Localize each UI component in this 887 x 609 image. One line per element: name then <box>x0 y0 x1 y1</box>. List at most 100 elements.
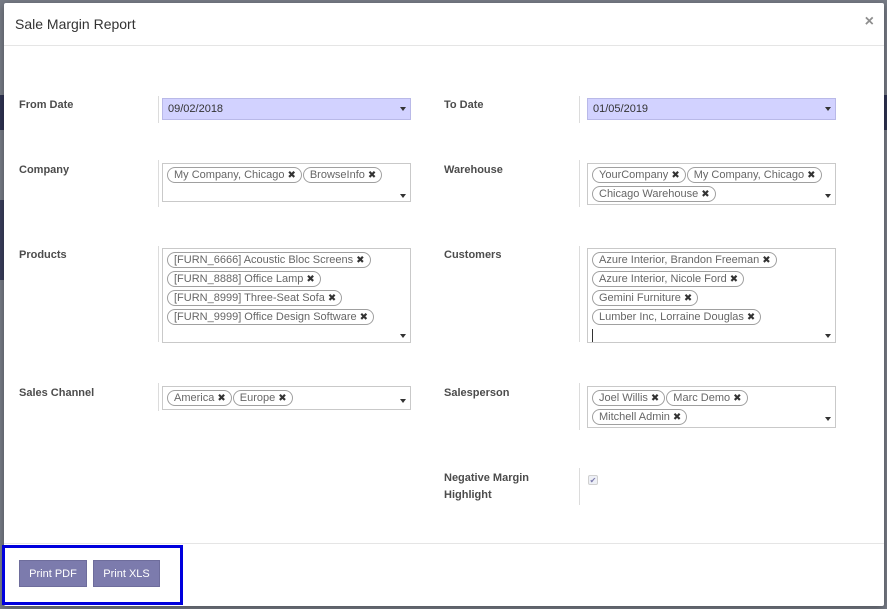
tag-label: BrowseInfo <box>309 169 365 181</box>
print-pdf-button[interactable]: Print PDF <box>19 560 87 587</box>
remove-tag-icon[interactable]: ✖ <box>287 169 295 183</box>
from-date-value: 09/02/2018 <box>168 103 224 115</box>
to-date-separator <box>579 96 580 123</box>
warehouse-tag: Chicago Warehouse ✖ <box>592 186 716 202</box>
remove-tag-icon[interactable]: ✖ <box>673 411 681 425</box>
chevron-down-icon[interactable] <box>825 417 831 421</box>
remove-tag-icon[interactable]: ✖ <box>807 169 815 183</box>
chevron-down-icon[interactable] <box>400 399 406 403</box>
tag-label: [FURN_8999] Three-Seat Sofa <box>174 292 325 304</box>
from-date-separator <box>158 96 159 123</box>
tag-label: Marc Demo <box>673 392 731 404</box>
remove-tag-icon[interactable]: ✖ <box>360 311 368 325</box>
salesperson-label: Salesperson <box>444 387 510 399</box>
remove-tag-icon[interactable]: ✖ <box>671 169 679 183</box>
from-date-input[interactable]: 09/02/2018 <box>162 98 411 120</box>
warehouse-tag: My Company, Chicago ✖ <box>686 167 822 183</box>
tag-label: Azure Interior, Nicole Ford <box>599 273 727 285</box>
tag-label: YourCompany <box>599 169 669 181</box>
dialog-title: Sale Margin Report <box>15 16 136 32</box>
tag-label: Joel Willis <box>599 392 648 404</box>
print-xls-button[interactable]: Print XLS <box>93 560 160 587</box>
product-tag: [FURN_8888] Office Lamp ✖ <box>167 271 321 287</box>
salesperson-tag: Marc Demo ✖ <box>666 390 748 406</box>
customers-search-input[interactable] <box>592 329 593 342</box>
remove-tag-icon[interactable]: ✖ <box>217 392 225 406</box>
company-label: Company <box>19 164 70 176</box>
tag-label: Azure Interior, Brandon Freeman <box>599 254 760 266</box>
dialog-header: Sale Margin Report × <box>4 3 884 46</box>
chevron-down-icon[interactable] <box>825 334 831 338</box>
warehouse-tags-field[interactable]: YourCompany ✖ My Company, Chicago ✖Chicago … <box>587 163 836 205</box>
customer-tag: Lumber Inc, Lorraine Douglas ✖ <box>592 309 762 325</box>
chevron-down-icon[interactable] <box>400 334 406 338</box>
customers-tags-field[interactable]: Azure Interior, Brandon Freeman ✖ Azure I… <box>587 248 836 343</box>
negative-margin-label-line1: Negative Margin <box>444 472 529 484</box>
product-tag: [FURN_6666] Acoustic Bloc Screens ✖ <box>167 252 371 268</box>
remove-tag-icon[interactable]: ✖ <box>747 311 755 325</box>
product-tag: [FURN_9999] Office Design Software ✖ <box>167 309 374 325</box>
dialog-footer: Print PDF Print XLS <box>4 543 884 606</box>
remove-tag-icon[interactable]: ✖ <box>306 273 314 287</box>
chevron-down-icon[interactable] <box>400 194 406 198</box>
products-tags-field[interactable]: [FURN_6666] Acoustic Bloc Screens ✖ [FURN… <box>162 248 411 343</box>
chevron-down-icon[interactable] <box>825 194 831 198</box>
close-icon[interactable]: × <box>865 13 874 31</box>
chevron-down-icon[interactable] <box>400 107 406 111</box>
to-date-label: To Date <box>444 99 484 111</box>
remove-tag-icon[interactable]: ✖ <box>278 392 286 406</box>
sales-channel-tag: Europe ✖ <box>232 390 293 406</box>
customer-tag: Azure Interior, Brandon Freeman ✖ <box>592 252 777 268</box>
remove-tag-icon[interactable]: ✖ <box>762 254 770 268</box>
company-tag: BrowseInfo ✖ <box>302 167 383 183</box>
from-date-label: From Date <box>19 99 74 111</box>
tag-label: My Company, Chicago <box>174 169 285 181</box>
tag-label: Mitchell Admin <box>599 411 670 423</box>
chevron-down-icon[interactable] <box>825 107 831 111</box>
warehouse-tag: YourCompany ✖ <box>592 167 686 183</box>
negative-margin-checkbox[interactable]: ✔ <box>588 475 598 485</box>
customers-separator <box>579 246 580 342</box>
tag-label: Europe <box>239 392 276 404</box>
product-tag: [FURN_8999] Three-Seat Sofa ✖ <box>167 290 343 306</box>
customer-tag: Gemini Furniture ✖ <box>592 290 699 306</box>
remove-tag-icon[interactable]: ✖ <box>328 292 336 306</box>
tag-label: Gemini Furniture <box>599 292 681 304</box>
tag-label: [FURN_6666] Acoustic Bloc Screens <box>174 254 354 266</box>
tag-label: [FURN_8888] Office Lamp <box>174 273 304 285</box>
salesperson-tags-field[interactable]: Joel Willis ✖ Marc Demo ✖Mitchell Admin ✖ <box>587 386 836 428</box>
tag-label: Lumber Inc, Lorraine Douglas <box>599 311 744 323</box>
remove-tag-icon[interactable]: ✖ <box>733 392 741 406</box>
remove-tag-icon[interactable]: ✖ <box>684 292 692 306</box>
remove-tag-icon[interactable]: ✖ <box>730 273 738 287</box>
sales-channel-tag: America ✖ <box>167 390 232 406</box>
sales-channel-tags-field[interactable]: America ✖ Europe ✖ <box>162 386 411 410</box>
tag-label: [FURN_9999] Office Design Software <box>174 311 357 323</box>
salesperson-tag: Joel Willis ✖ <box>592 390 666 406</box>
company-separator <box>158 160 159 207</box>
remove-tag-icon[interactable]: ✖ <box>651 392 659 406</box>
negative-margin-label: Negative Margin Highlight <box>444 470 529 504</box>
negative-margin-separator <box>579 468 580 505</box>
remove-tag-icon[interactable]: ✖ <box>368 169 376 183</box>
products-separator <box>158 246 159 342</box>
warehouse-label: Warehouse <box>444 164 503 176</box>
customers-label: Customers <box>444 249 502 261</box>
tag-label: America <box>174 392 215 404</box>
tag-label: Chicago Warehouse <box>599 188 699 200</box>
negative-margin-label-line2: Highlight <box>444 489 492 501</box>
sales-channel-separator <box>158 383 159 411</box>
remove-tag-icon[interactable]: ✖ <box>701 188 709 202</box>
company-tag: My Company, Chicago ✖ <box>167 167 302 183</box>
remove-tag-icon[interactable]: ✖ <box>356 254 364 268</box>
company-tags-field[interactable]: My Company, Chicago ✖ BrowseInfo ✖ <box>162 163 411 202</box>
tag-label: My Company, Chicago <box>693 169 805 181</box>
to-date-input[interactable]: 01/05/2019 <box>587 98 836 120</box>
salesperson-tag: Mitchell Admin ✖ <box>592 409 688 425</box>
salesperson-separator <box>579 383 580 430</box>
sales-channel-label: Sales Channel <box>19 387 95 399</box>
sale-margin-report-dialog: Sale Margin Report × From Date 09/02/201… <box>4 3 884 606</box>
warehouse-separator <box>579 160 580 207</box>
products-label: Products <box>19 249 67 261</box>
to-date-value: 01/05/2019 <box>593 103 649 115</box>
